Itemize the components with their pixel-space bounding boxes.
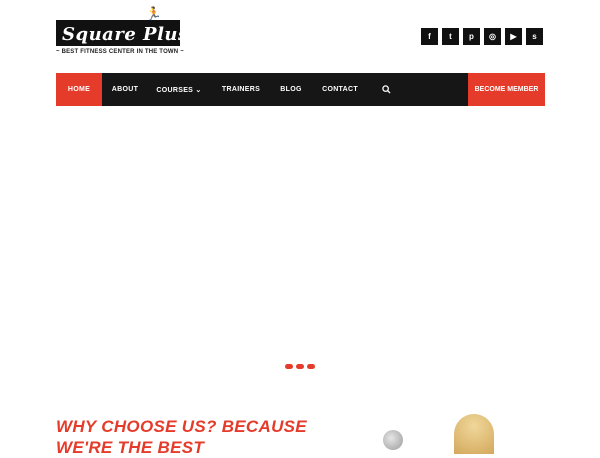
athlete-top: [396, 215, 470, 237]
hero-title: SET HIGH FITNESS GOALS: [56, 181, 246, 228]
pinterest-icon[interactable]: p: [463, 28, 480, 45]
nav-item-home[interactable]: HOME: [56, 73, 102, 106]
nav-item-courses[interactable]: COURSES ⌄: [153, 73, 205, 106]
slider-dot[interactable]: [296, 364, 304, 369]
nav-item-about[interactable]: ABOUT: [106, 73, 144, 106]
site-logo[interactable]: Square Plus 🏃 ~ BEST FITNESS CENTER IN T…: [56, 6, 188, 60]
trainer-image: [454, 414, 494, 454]
instagram-icon[interactable]: ◎: [484, 28, 501, 45]
hero-subtitle: After you decide to start training we wi…: [56, 237, 289, 259]
dumbbell-image: [383, 430, 403, 450]
skype-icon[interactable]: s: [526, 28, 543, 45]
hero-banner: SET HIGH FITNESS GOALS After you decide …: [0, 90, 600, 382]
hero-athlete-image: [330, 90, 500, 382]
dumbbell-rack-item: [245, 330, 259, 344]
nav-item-blog[interactable]: BLOG: [274, 73, 308, 106]
social-links: f t p ◎ ▶ s: [421, 28, 543, 45]
logo-text: Square Plus: [62, 24, 189, 45]
athlete-legs: [330, 265, 480, 375]
facebook-icon[interactable]: f: [421, 28, 438, 45]
athlete-torso: [390, 170, 474, 290]
twitter-icon[interactable]: t: [442, 28, 459, 45]
runner-icon: 🏃: [145, 6, 162, 21]
become-member-button[interactable]: BECOME MEMBER: [468, 73, 545, 106]
athlete-shorts: [350, 270, 450, 292]
slider-dot[interactable]: [307, 364, 315, 369]
slider-dot[interactable]: [285, 364, 293, 369]
athlete-head: [410, 112, 450, 164]
site-header: Square Plus 🏃 ~ BEST FITNESS CENTER IN T…: [0, 0, 600, 73]
gym-window: [0, 100, 70, 270]
nav-item-contact[interactable]: CONTACT: [316, 73, 364, 106]
youtube-icon[interactable]: ▶: [505, 28, 522, 45]
nav-item-trainers[interactable]: TRAINERS: [216, 73, 266, 106]
dumbbell-rack-item: [145, 330, 159, 344]
search-icon: [381, 85, 391, 94]
dumbbell-rack-item: [170, 330, 184, 344]
slider-pagination: [285, 364, 315, 369]
dumbbell-rack-item: [220, 330, 234, 344]
logo-tagline: ~ BEST FITNESS CENTER IN THE TOWN ~: [56, 49, 184, 55]
gym-bench: [289, 330, 541, 382]
nav-search-button[interactable]: [376, 73, 396, 106]
shaker-bottle: [430, 280, 452, 322]
join-us-button[interactable]: JOIN US TODAY: [56, 271, 126, 293]
logo-badge: Square Plus: [56, 20, 188, 46]
why-choose-us-title: WHY CHOOSE US? BECAUSE WE'RE THE BEST: [56, 417, 307, 457]
athlete-arm: [446, 198, 500, 342]
bottle-cap: [433, 272, 449, 281]
athlete-hair: [402, 104, 458, 168]
dumbbell-rack-item: [120, 330, 134, 344]
athlete-arm: [345, 177, 407, 303]
main-nav: HOME ABOUT COURSES ⌄ TRAINERS BLOG CONTA…: [56, 73, 545, 106]
dumbbell-rack-item: [195, 330, 209, 344]
gym-window: [520, 110, 600, 270]
